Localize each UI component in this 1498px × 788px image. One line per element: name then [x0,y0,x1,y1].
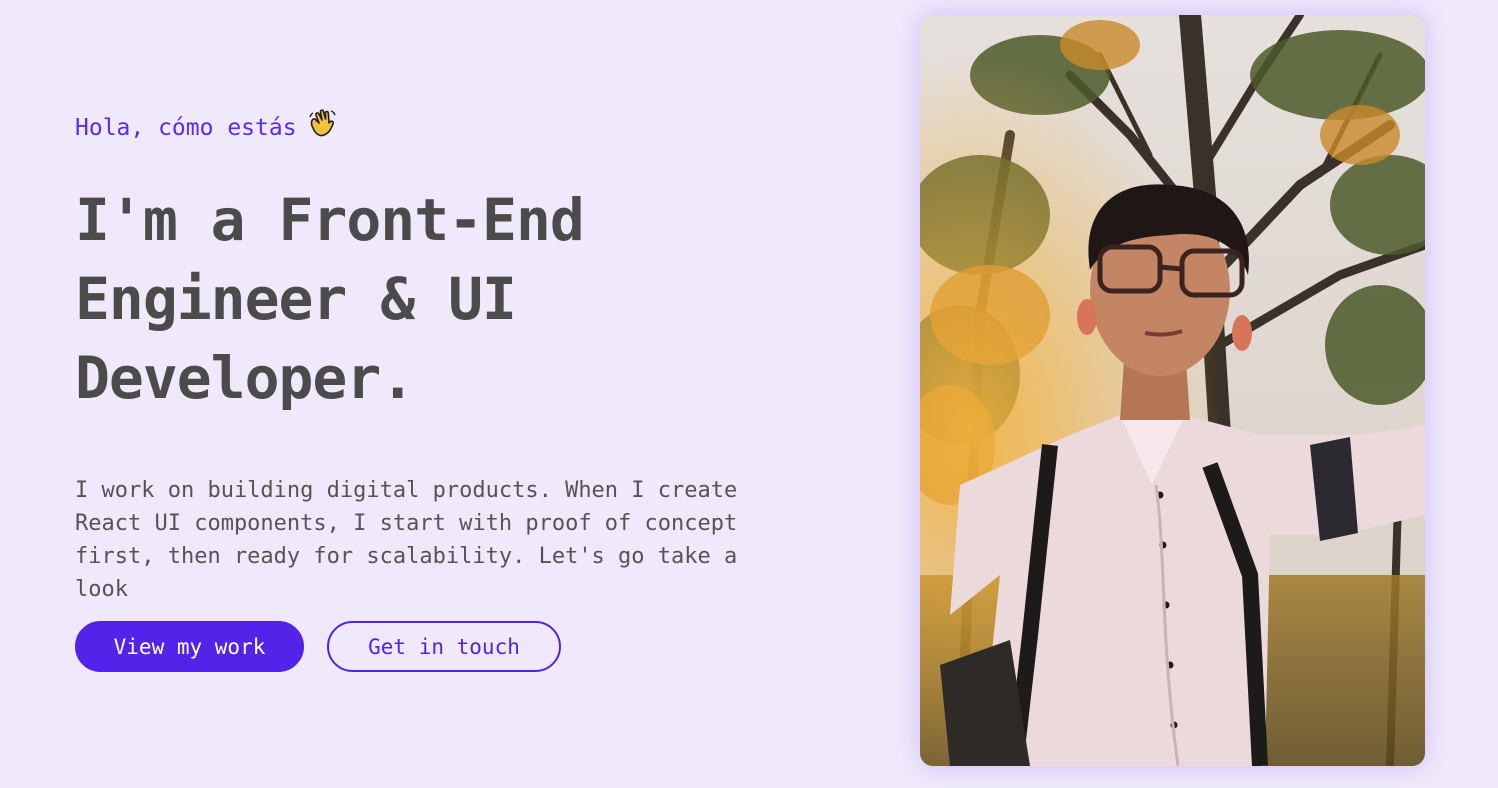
get-in-touch-button[interactable]: Get in touch [327,621,561,672]
profile-photo [920,15,1425,766]
intro-paragraph: I work on building digital products. Whe… [75,478,738,602]
greeting: Hola, cómo estás [75,108,835,151]
greeting-text: Hola, cómo estás [75,115,297,141]
hero-text: Hola, cómo estás I'm a Front-End Enginee… [75,108,835,606]
page-title: I'm a Front-End Engineer & UI Developer. [75,186,585,412]
hero-actions: View my work Get in touch [75,621,561,672]
waving-hand-icon [307,108,337,151]
view-my-work-button[interactable]: View my work [75,621,304,672]
